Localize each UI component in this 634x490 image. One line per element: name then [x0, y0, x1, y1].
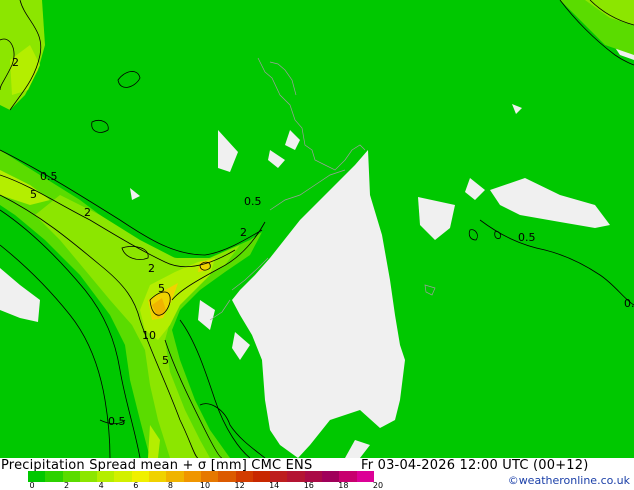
colorbar-tick-label: 10 [199, 481, 211, 490]
contour-label: 0.5 [518, 231, 536, 244]
contour-label: 10 [142, 329, 156, 342]
colorbar-swatch [149, 471, 167, 482]
colorbar-tick-label: 8 [167, 481, 173, 490]
contour-label: 0.5 [40, 170, 58, 183]
colorbar-tick-label: 12 [234, 481, 245, 490]
colorbar-tick-label: 6 [133, 481, 139, 490]
colorbar-swatch [79, 471, 98, 482]
colorbar-tick-label: 18 [338, 481, 349, 490]
legend-footer: Precipitation Spread mean + σ [mm] CMC E… [0, 458, 634, 490]
contour-label: 0.5 [108, 415, 126, 428]
colorbar-tick-label: 20 [372, 481, 384, 490]
colorbar-tick-label: 16 [303, 481, 314, 490]
colorbar-swatch [218, 471, 236, 482]
colorbar-swatch [287, 471, 305, 482]
colorbar-ticks: 0 2 4 6 8 10 12 14 16 18 20 [0, 482, 420, 490]
colorbar-swatch [252, 471, 271, 482]
credit-link[interactable]: ©weatheronline.co.uk [508, 474, 630, 487]
colorbar-tick-label: 4 [98, 481, 104, 490]
colorbar-swatch [114, 471, 132, 482]
colorbar-swatch [45, 471, 63, 482]
map-view: 2 0.5 5 2 0.5 2 2 5 10 5 0.5 0.5 0.5 Pre… [0, 0, 634, 490]
contour-label: 5 [162, 354, 169, 367]
colorbar-swatch [322, 471, 340, 482]
contour-label: 0.5 [244, 195, 262, 208]
colorbar-swatch [183, 471, 201, 482]
colorbar-tick-label: 2 [64, 481, 70, 490]
contour-label: 0.5 [624, 297, 634, 310]
contour-label: 2 [148, 262, 155, 275]
contour-label: 2 [84, 206, 91, 219]
contour-label: 5 [30, 188, 37, 201]
contour-label: 2 [240, 226, 247, 239]
forecast-datetime: Fr 03-04-2026 12:00 UTC (00+12) [361, 458, 589, 473]
contour-label: 2 [12, 56, 19, 69]
contour-label: 5 [158, 282, 165, 295]
colorbar-tick-label: 0 [29, 481, 35, 490]
precipitation-map: 2 0.5 5 2 0.5 2 2 5 10 5 0.5 0.5 0.5 [0, 0, 634, 458]
colorbar-tick-label: 14 [269, 481, 280, 490]
colorbar-swatch [356, 471, 374, 482]
